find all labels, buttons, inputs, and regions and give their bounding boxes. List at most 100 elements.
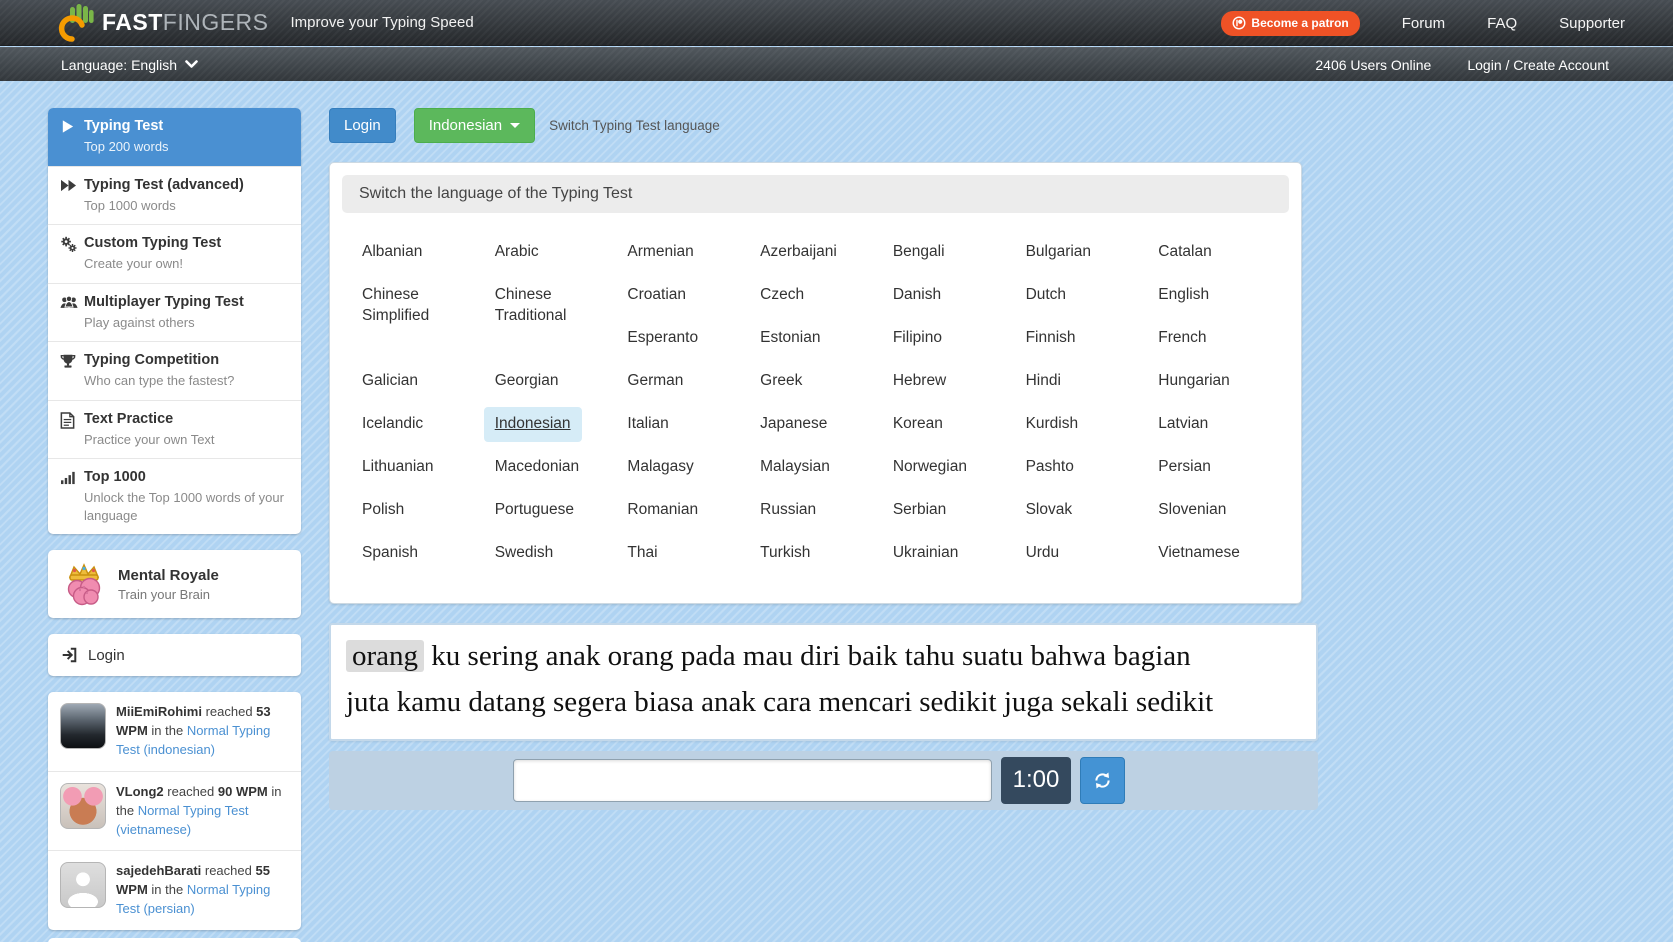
achievement-test-link[interactable]: Normal Typing Test (vietnamese) [116,803,248,837]
language-link-german[interactable]: German [616,364,694,399]
language-link-slovak[interactable]: Slovak [1015,493,1084,528]
site-logo[interactable]: FASTFINGERS [58,3,269,43]
navbar-links: Become a patron Forum FAQ Supporter [1221,0,1625,46]
language-link-filipino[interactable]: Filipino [882,321,953,356]
language-link-galician[interactable]: Galician [351,364,429,399]
language-cell: Serbian [882,493,1015,536]
language-link-spanish[interactable]: Spanish [351,536,429,571]
language-link-urdu[interactable]: Urdu [1015,536,1071,571]
language-link-kurdish[interactable]: Kurdish [1015,407,1090,442]
language-cell: French [1147,321,1280,364]
site-language-selector[interactable]: Language: English [61,57,198,73]
language-link-azerbaijani[interactable]: Azerbaijani [749,235,848,270]
language-link-serbian[interactable]: Serbian [882,493,957,528]
language-link-english[interactable]: English [1147,278,1220,313]
language-cell: Korean [882,407,1015,450]
sidebar-item-title: Typing Competition [84,352,234,368]
language-cell: Persian [1147,450,1280,493]
language-link-italian[interactable]: Italian [616,407,679,442]
language-cell: Urdu [1015,536,1148,579]
language-link-malagasy[interactable]: Malagasy [616,450,704,485]
sidebar-item-typing-competition[interactable]: Typing CompetitionWho can type the faste… [48,341,301,400]
language-link-ukrainian[interactable]: Ukrainian [882,536,969,571]
language-cell: Filipino [882,321,1015,364]
language-link-georgian[interactable]: Georgian [484,364,570,399]
language-link-japanese[interactable]: Japanese [749,407,838,442]
language-link-portuguese[interactable]: Portuguese [484,493,585,528]
sidebar-item-typing-test[interactable]: Typing TestTop 200 words [48,108,301,166]
language-link-arabic[interactable]: Arabic [484,235,550,270]
language-link-vietnamese[interactable]: Vietnamese [1147,536,1251,571]
become-patron-button[interactable]: Become a patron [1221,11,1359,36]
sidebar-item-text-practice[interactable]: Text PracticePractice your own Text [48,400,301,459]
login-create-account-link[interactable]: Login / Create Account [1467,57,1609,73]
language-link-malaysian[interactable]: Malaysian [749,450,841,485]
language-link-persian[interactable]: Persian [1147,450,1222,485]
language-link-estonian[interactable]: Estonian [749,321,831,356]
language-link-albanian[interactable]: Albanian [351,235,433,270]
language-cell: Swedish [484,536,617,579]
sidebar-item-custom-typing-test[interactable]: Custom Typing TestCreate your own! [48,224,301,283]
sidebar-item-subtitle: Practice your own Text [84,431,215,449]
language-link-thai[interactable]: Thai [616,536,668,571]
nav-link-forum[interactable]: Forum [1402,15,1445,32]
language-link-latvian[interactable]: Latvian [1147,407,1219,442]
language-link-romanian[interactable]: Romanian [616,493,709,528]
language-cell: Bulgarian [1015,235,1148,278]
language-link-hindi[interactable]: Hindi [1015,364,1072,399]
achievement-wpm: 90 WPM [218,784,268,799]
document-icon [60,411,84,449]
language-cell: Vietnamese [1147,536,1280,579]
language-link-slovenian[interactable]: Slovenian [1147,493,1237,528]
test-language-dropdown[interactable]: Indonesian [414,108,535,143]
language-cell: Greek [749,364,882,407]
nav-link-supporter[interactable]: Supporter [1559,15,1625,32]
language-cell: Italian [616,407,749,450]
language-link-bengali[interactable]: Bengali [882,235,956,270]
sidebar-item-multiplayer-typing-test[interactable]: Multiplayer Typing TestPlay against othe… [48,283,301,342]
language-link-macedonian[interactable]: Macedonian [484,450,590,485]
language-switch-panel: Switch the language of the Typing Test A… [329,162,1302,604]
language-link-danish[interactable]: Danish [882,278,952,313]
sidebar-item-top-1000[interactable]: Top 1000Unlock the Top 1000 words of you… [48,458,301,534]
language-link-polish[interactable]: Polish [351,493,415,528]
achievement-item: VLong2 reached 90 WPM in the Normal Typi… [48,771,301,851]
language-cell: Portuguese [484,493,617,536]
language-link-norwegian[interactable]: Norwegian [882,450,978,485]
language-link-esperanto[interactable]: Esperanto [616,321,709,356]
sidebar-item-mental-royale[interactable]: Mental Royale Train your Brain [48,550,301,618]
language-link-armenian[interactable]: Armenian [616,235,704,270]
language-link-indonesian[interactable]: Indonesian [484,407,582,442]
language-link-korean[interactable]: Korean [882,407,954,442]
language-cell: Czech [749,278,882,321]
language-link-icelandic[interactable]: Icelandic [351,407,434,442]
sidebar-item-typing-test-advanced[interactable]: Typing Test (advanced)Top 1000 words [48,166,301,225]
language-cell: Galician [351,364,484,407]
language-link-catalan[interactable]: Catalan [1147,235,1222,270]
language-link-bulgarian[interactable]: Bulgarian [1015,235,1103,270]
restart-test-button[interactable] [1080,757,1125,804]
language-link-croatian[interactable]: Croatian [616,278,697,313]
language-cell: Esperanto [616,321,749,364]
language-link-turkish[interactable]: Turkish [749,536,821,571]
language-cell: Albanian [351,235,484,278]
language-link-czech[interactable]: Czech [749,278,815,313]
language-link-pashto[interactable]: Pashto [1015,450,1085,485]
language-link-finnish[interactable]: Finnish [1015,321,1087,356]
achievement-feed-card: MiiEmiRohimi reached 53 WPM in the Norma… [48,692,301,930]
nav-link-faq[interactable]: FAQ [1487,15,1517,32]
language-link-hungarian[interactable]: Hungarian [1147,364,1241,399]
language-link-swedish[interactable]: Swedish [484,536,565,571]
language-link-hebrew[interactable]: Hebrew [882,364,957,399]
language-link-lithuanian[interactable]: Lithuanian [351,450,445,485]
sidebar-login-button[interactable]: Login [48,634,301,676]
language-link-greek[interactable]: Greek [749,364,813,399]
language-link-dutch[interactable]: Dutch [1015,278,1078,313]
language-link-french[interactable]: French [1147,321,1217,356]
play-icon [60,118,84,156]
sidebar: Typing TestTop 200 wordsTyping Test (adv… [48,108,301,942]
site-tagline: Improve your Typing Speed [291,14,474,31]
login-button[interactable]: Login [329,108,396,143]
typing-input[interactable] [513,759,992,802]
language-link-russian[interactable]: Russian [749,493,827,528]
